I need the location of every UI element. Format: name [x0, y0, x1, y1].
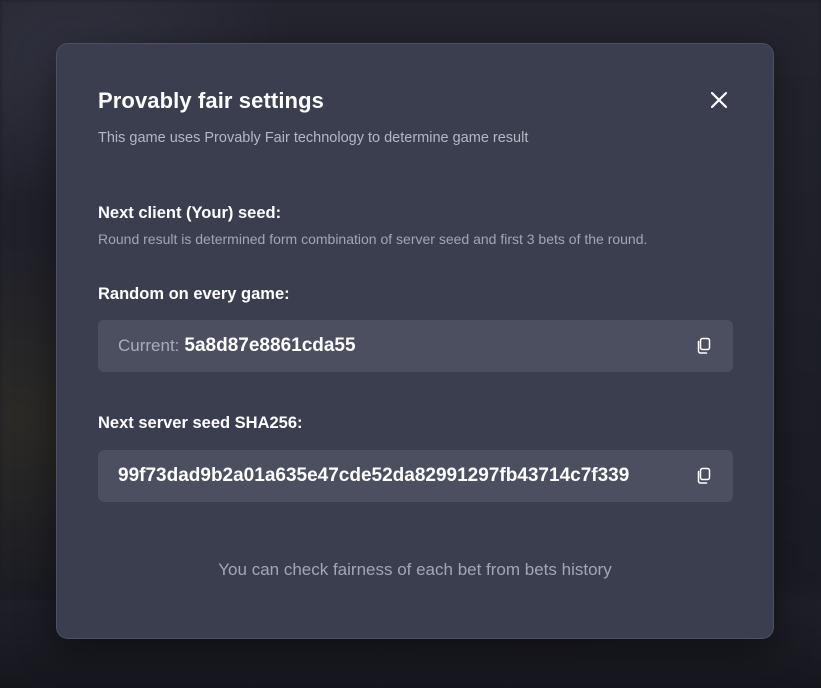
close-button[interactable]	[705, 86, 733, 114]
modal-title: Provably fair settings	[98, 88, 324, 113]
fairness-footer-note: You can check fairness of each bet from …	[218, 560, 612, 579]
copy-icon	[697, 467, 711, 484]
server-seed-field[interactable]: 99f73dad9b2a01a635e47cde52da82991297fb43…	[98, 450, 733, 502]
client-seed-label: Next client (Your) seed:	[98, 204, 282, 222]
modal-subtitle: This game uses Provably Fair technology …	[98, 130, 529, 146]
current-seed-prefix: Current:	[118, 336, 180, 355]
current-client-seed-field[interactable]: Current: 5a8d87e8861cda55	[98, 320, 733, 372]
client-seed-description: Round result is determined form combinat…	[98, 231, 648, 247]
close-icon	[710, 91, 728, 109]
server-seed-value: 99f73dad9b2a01a635e47cde52da82991297fb43…	[118, 465, 630, 486]
copy-server-seed-button[interactable]	[693, 465, 715, 487]
copy-icon	[697, 337, 711, 354]
server-seed-label: Next server seed SHA256:	[98, 414, 303, 432]
current-seed-value: 5a8d87e8861cda55	[184, 335, 356, 356]
random-mode-label: Random on every game:	[98, 285, 290, 303]
provably-fair-modal: Provably fair settings This game uses Pr…	[56, 43, 774, 639]
copy-client-seed-button[interactable]	[693, 335, 715, 357]
